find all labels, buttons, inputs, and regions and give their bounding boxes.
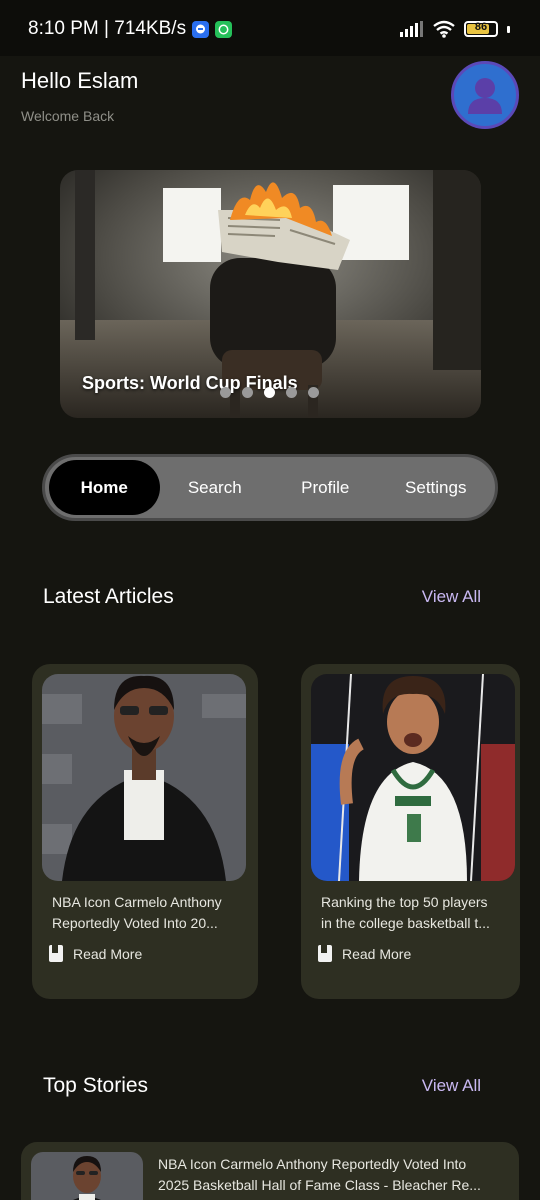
- top-stories-header: Top Stories View All: [43, 1074, 481, 1098]
- status-left: 8:10 PM | 714KB/s: [28, 18, 233, 40]
- bookmark-icon: [318, 945, 332, 962]
- whatsapp-icon: [215, 20, 233, 38]
- article-title-line: in the college basketball t...: [321, 915, 490, 931]
- article-title: Ranking the top 50 players in the colleg…: [321, 892, 511, 934]
- battery-level: 86: [474, 21, 488, 33]
- story-image: [31, 1152, 143, 1200]
- signal-icon: [400, 21, 423, 37]
- tab-search[interactable]: Search: [160, 460, 271, 515]
- greeting: Hello Eslam Welcome Back: [21, 68, 138, 124]
- status-right: 86: [400, 20, 510, 38]
- battery-icon: 86: [464, 21, 498, 37]
- article-card[interactable]: Ranking the top 50 players in the colleg…: [301, 664, 520, 999]
- view-all-link[interactable]: View All: [422, 587, 481, 607]
- avatar[interactable]: [451, 61, 519, 129]
- story-item[interactable]: NBA Icon Carmelo Anthony Reportedly Vote…: [21, 1142, 519, 1200]
- article-image: [42, 674, 246, 881]
- read-more-label: Read More: [73, 945, 143, 962]
- tab-settings[interactable]: Settings: [381, 460, 492, 515]
- read-more-label: Read More: [342, 945, 412, 962]
- user-icon: [468, 78, 502, 114]
- section-title: Top Stories: [43, 1074, 149, 1097]
- featured-carousel[interactable]: Sports: World Cup Finals: [60, 170, 481, 418]
- tab-bar: Home Search Profile Settings: [42, 454, 498, 521]
- wifi-icon: [433, 20, 455, 38]
- carousel-dot[interactable]: [308, 387, 319, 398]
- carousel-dot-active[interactable]: [264, 387, 275, 398]
- story-title-line: 2025 Basketball Hall of Fame Class - Ble…: [158, 1177, 481, 1193]
- greeting-title: Hello Eslam: [21, 68, 139, 93]
- story-title: NBA Icon Carmelo Anthony Reportedly Vote…: [158, 1154, 510, 1196]
- carousel-dot[interactable]: [220, 387, 231, 398]
- latest-articles-header: Latest Articles View All: [43, 585, 481, 609]
- status-time: 8:10 PM | 714KB/s: [28, 18, 187, 39]
- article-title-line: Reportedly Voted Into 20...: [52, 915, 218, 931]
- read-more-button[interactable]: Read More: [318, 945, 411, 962]
- article-image: [311, 674, 515, 881]
- article-title-line: NBA Icon Carmelo Anthony: [52, 894, 222, 910]
- read-more-button[interactable]: Read More: [49, 945, 142, 962]
- story-title-line: NBA Icon Carmelo Anthony Reportedly Vote…: [158, 1156, 467, 1172]
- article-title-line: Ranking the top 50 players: [321, 894, 488, 910]
- bookmark-icon: [49, 945, 63, 962]
- carousel-dots: [220, 387, 319, 398]
- tab-home[interactable]: Home: [49, 460, 160, 515]
- greeting-subtitle: Welcome Back: [21, 108, 115, 124]
- carousel-dot[interactable]: [242, 387, 253, 398]
- carousel-dot[interactable]: [286, 387, 297, 398]
- view-all-link[interactable]: View All: [422, 1076, 481, 1096]
- tab-profile[interactable]: Profile: [270, 460, 381, 515]
- section-title: Latest Articles: [43, 585, 174, 608]
- article-title: NBA Icon Carmelo Anthony Reportedly Vote…: [52, 892, 242, 934]
- messenger-icon: [192, 20, 210, 38]
- status-bar: 8:10 PM | 714KB/s 86: [0, 0, 540, 56]
- article-card[interactable]: NBA Icon Carmelo Anthony Reportedly Vote…: [32, 664, 258, 999]
